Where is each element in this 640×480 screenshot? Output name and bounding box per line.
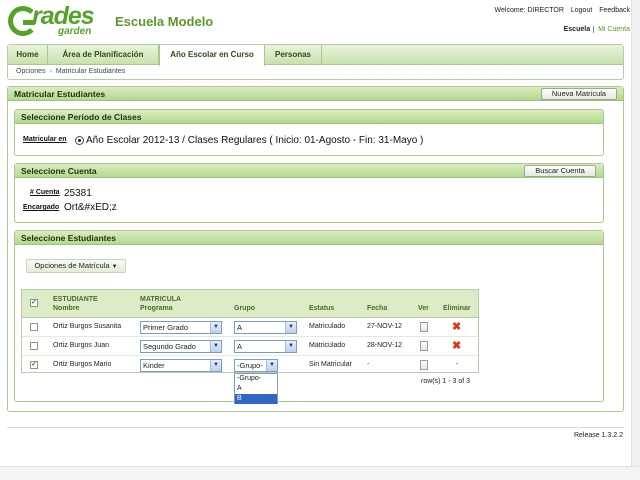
delete-icon[interactable]: ✖ [452, 341, 461, 352]
breadcrumb-opciones[interactable]: Opciones [16, 68, 46, 75]
status-text: Matriculado [309, 342, 346, 349]
row-checkbox[interactable] [30, 342, 38, 350]
date-text: 28-NOV-12 [367, 342, 403, 349]
student-name: Ortiz Burgos Juan [53, 342, 110, 349]
header-view: Ver [418, 305, 429, 312]
tab-area-planificacion[interactable]: Área de Planificación [48, 45, 159, 65]
program-select[interactable]: Primer Grado ▼ [140, 321, 222, 334]
release-text: Release 1.3.2.2 [573, 432, 623, 439]
school-name: Escuela Modelo [115, 14, 214, 29]
table-row: Ortiz Burgos Susanita Primer Grado ▼ A ▼ M… [22, 318, 478, 337]
enroll-in-label: Matricular en [23, 136, 67, 143]
tab-bar: Home Área de Planificación Año Escolar e… [8, 45, 623, 66]
delete-placeholder: - [456, 361, 459, 368]
breadcrumb-current: Matricular Estudiantes [55, 68, 126, 75]
status-text: Sin Matricular [309, 361, 352, 368]
dropdown-arrow-icon: ▼ [266, 360, 277, 371]
period-panel: Seleccione Periodo de Clases Matricular … [14, 109, 604, 156]
mi-cuenta-link[interactable]: Mi Cuenta [593, 26, 630, 33]
select-all-checkbox[interactable]: ✓ [30, 299, 38, 307]
header-enrollment: MATRICULA Programa [140, 296, 182, 312]
document-icon[interactable] [420, 360, 428, 370]
students-table: ✓ ESTUDIANTE Nombre MATRICULA Programa Gru… [21, 289, 479, 373]
row-checkbox[interactable] [30, 323, 38, 331]
group-option-highlighted[interactable]: B [235, 394, 277, 404]
top-links: Welcome: DIRECTOR Logout Feedback [490, 7, 630, 14]
context-links: Escuela Mi Cuenta [564, 26, 630, 33]
welcome-text: Welcome: DIRECTOR [494, 7, 564, 14]
account-panel-title: Seleccione Cuenta [15, 164, 603, 178]
feedback-link[interactable]: Feedback [599, 7, 630, 14]
delete-icon[interactable]: ✖ [452, 322, 461, 333]
account-number-label: # Cuenta [30, 189, 60, 196]
horizontal-scrollbar[interactable] [0, 466, 640, 480]
date-text: 27-NOV-12 [367, 323, 403, 330]
pagination-text: row(s) 1 - 3 of 3 [421, 378, 471, 385]
main-navigation: Home Área de Planificación Año Escolar e… [7, 44, 624, 80]
chevron-down-icon: ▼ [111, 264, 118, 270]
program-select[interactable]: Kinder ▼ [140, 359, 222, 372]
header-status: Estatus [309, 305, 335, 312]
logo-subtext: garden [58, 26, 92, 37]
group-option[interactable]: A [235, 384, 277, 394]
status-text: Matriculado [309, 323, 346, 330]
logout-link[interactable]: Logout [571, 7, 592, 14]
document-icon[interactable] [420, 341, 428, 351]
dropdown-arrow-icon: ▼ [285, 341, 296, 352]
search-account-button[interactable]: Buscar Cuenta [524, 165, 596, 177]
header-student: ESTUDIANTE Nombre [53, 296, 98, 312]
header-date: Fecha [367, 305, 388, 312]
new-enrollment-button[interactable]: Nueva Matricula [541, 88, 617, 100]
student-name: Ortiz Burgos Susanita [53, 323, 122, 330]
escuela-link[interactable]: Escuela [564, 26, 590, 33]
grades-garden-logo[interactable]: rades garden [8, 2, 104, 38]
page-title: Matricular Estudiantes [8, 87, 623, 101]
period-radio[interactable] [75, 136, 84, 145]
period-value: Año Escolar 2012-13 / Clases Regulares (… [86, 135, 424, 146]
breadcrumb: Opciones › Matricular Estudiantes [16, 68, 125, 75]
guardian-label: Encargado [23, 204, 60, 211]
guardian-value: Ort&#xED;z [64, 202, 117, 213]
student-name: Ortiz Burgos Mario [53, 361, 112, 368]
group-select[interactable]: -Grupo- ▼ [234, 359, 278, 372]
tab-home[interactable]: Home [8, 45, 48, 65]
radio-dot-icon [78, 139, 81, 142]
date-text: - [367, 361, 370, 368]
table-header: ✓ ESTUDIANTE Nombre MATRICULA Programa Gru… [22, 290, 478, 318]
row-checkbox[interactable]: ✓ [30, 361, 38, 369]
enrollment-options-button[interactable]: Opciones de Matrícula ▼ [26, 259, 126, 273]
group-select[interactable]: A ▼ [234, 340, 297, 353]
account-number-value: 25381 [64, 188, 92, 199]
dropdown-arrow-icon: ▼ [210, 341, 221, 352]
header-group: Grupo [234, 305, 255, 312]
period-panel-title: Seleccione Periodo de Clases [15, 110, 603, 124]
tab-personas[interactable]: Personas [265, 45, 322, 65]
enrollment-options-label: Opciones de Matrícula [34, 261, 110, 270]
footer-divider [7, 427, 624, 428]
group-option[interactable]: -Grupo- [235, 374, 277, 384]
dropdown-arrow-icon: ▼ [285, 322, 296, 333]
group-dropdown-list: -Grupo- A B [234, 373, 278, 404]
breadcrumb-separator-icon: › [49, 68, 52, 75]
tab-ano-escolar[interactable]: Año Escolar en Curso [159, 45, 265, 66]
students-panel-title: Seleccione Estudiantes [15, 231, 603, 245]
account-panel: Seleccione Cuenta Buscar Cuenta # Cuenta… [14, 163, 604, 223]
vertical-scrollbar[interactable] [631, 0, 640, 480]
program-select[interactable]: Segundo Grado ▼ [140, 340, 222, 353]
header-delete: Eliminar [443, 305, 471, 312]
dropdown-arrow-icon: ▼ [210, 360, 221, 371]
group-select[interactable]: A ▼ [234, 321, 297, 334]
table-row: Ortiz Burgos Juan Segundo Grado ▼ A ▼ Matr… [22, 337, 478, 356]
document-icon[interactable] [420, 322, 428, 332]
dropdown-arrow-icon: ▼ [210, 322, 221, 333]
